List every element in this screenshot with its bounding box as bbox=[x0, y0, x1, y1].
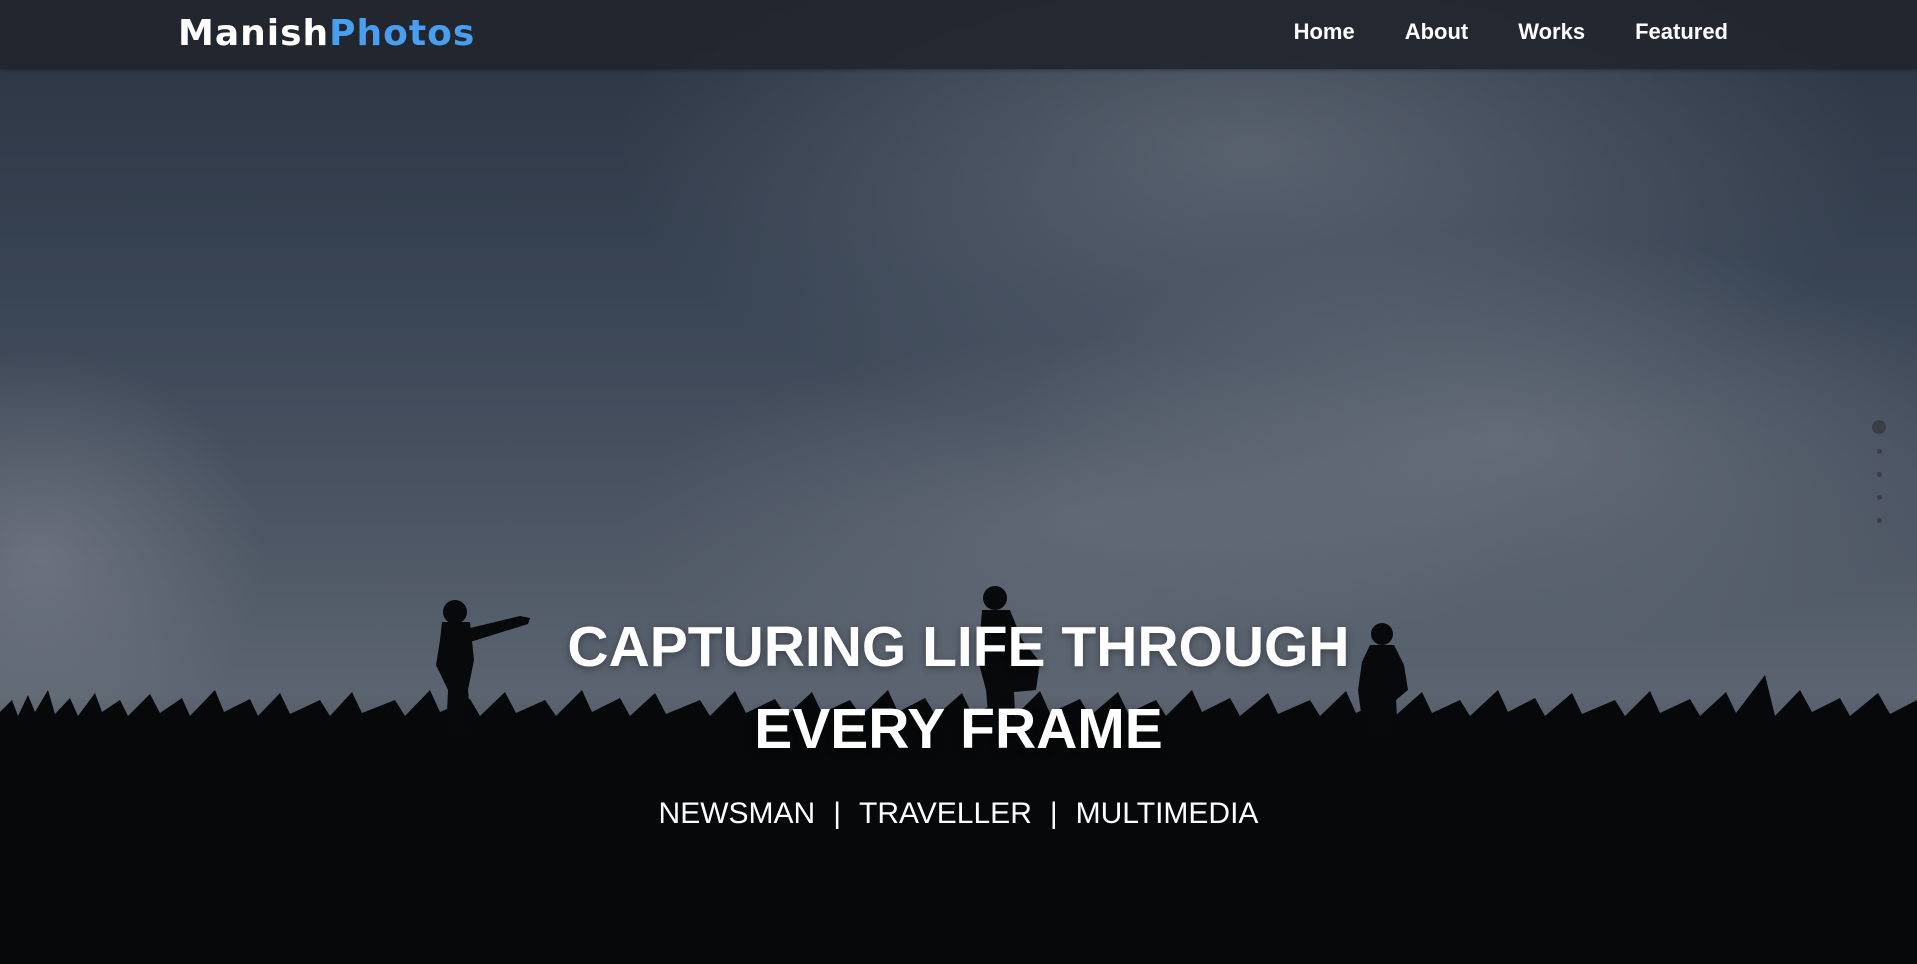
slide-dot-3[interactable] bbox=[1876, 472, 1882, 477]
slide-pagination bbox=[1869, 420, 1889, 532]
slide-dot-5[interactable] bbox=[1876, 518, 1882, 523]
tagline-separator: | bbox=[1049, 797, 1058, 830]
tagline-item-traveller: TRAVELLER bbox=[859, 797, 1032, 830]
hero-headline-line2: EVERY FRAME bbox=[754, 697, 1163, 761]
brand-logo[interactable]: ManishPhotos bbox=[178, 12, 475, 56]
nav-link-featured[interactable]: Featured bbox=[1635, 18, 1728, 46]
hero-headline-line1: CAPTURING LIFE THROUGH bbox=[567, 615, 1350, 679]
nav-link-about[interactable]: About bbox=[1405, 18, 1469, 46]
hero-headline: CAPTURING LIFE THROUGH EVERY FRAME bbox=[0, 606, 1917, 770]
nav-link-works[interactable]: Works bbox=[1518, 18, 1585, 46]
slide-dot-1[interactable] bbox=[1872, 420, 1886, 434]
slide-dot-4[interactable] bbox=[1876, 495, 1882, 500]
hero-tagline: NEWSMAN | TRAVELLER | MULTIMEDIA bbox=[0, 796, 1917, 832]
brand-name-part1: Manish bbox=[178, 13, 330, 54]
nav-link-home[interactable]: Home bbox=[1294, 18, 1355, 46]
brand-name-part2: Photos bbox=[329, 13, 476, 54]
hero-section: ManishPhotos Home About Works Featured C… bbox=[0, 0, 1917, 964]
slide-dot-2[interactable] bbox=[1876, 449, 1882, 454]
tagline-separator: | bbox=[833, 797, 842, 830]
top-navbar: ManishPhotos Home About Works Featured bbox=[0, 0, 1917, 69]
tagline-item-newsman: NEWSMAN bbox=[658, 797, 816, 830]
tagline-item-multimedia: MULTIMEDIA bbox=[1075, 797, 1259, 830]
main-menu: Home About Works Featured bbox=[1294, 18, 1728, 46]
